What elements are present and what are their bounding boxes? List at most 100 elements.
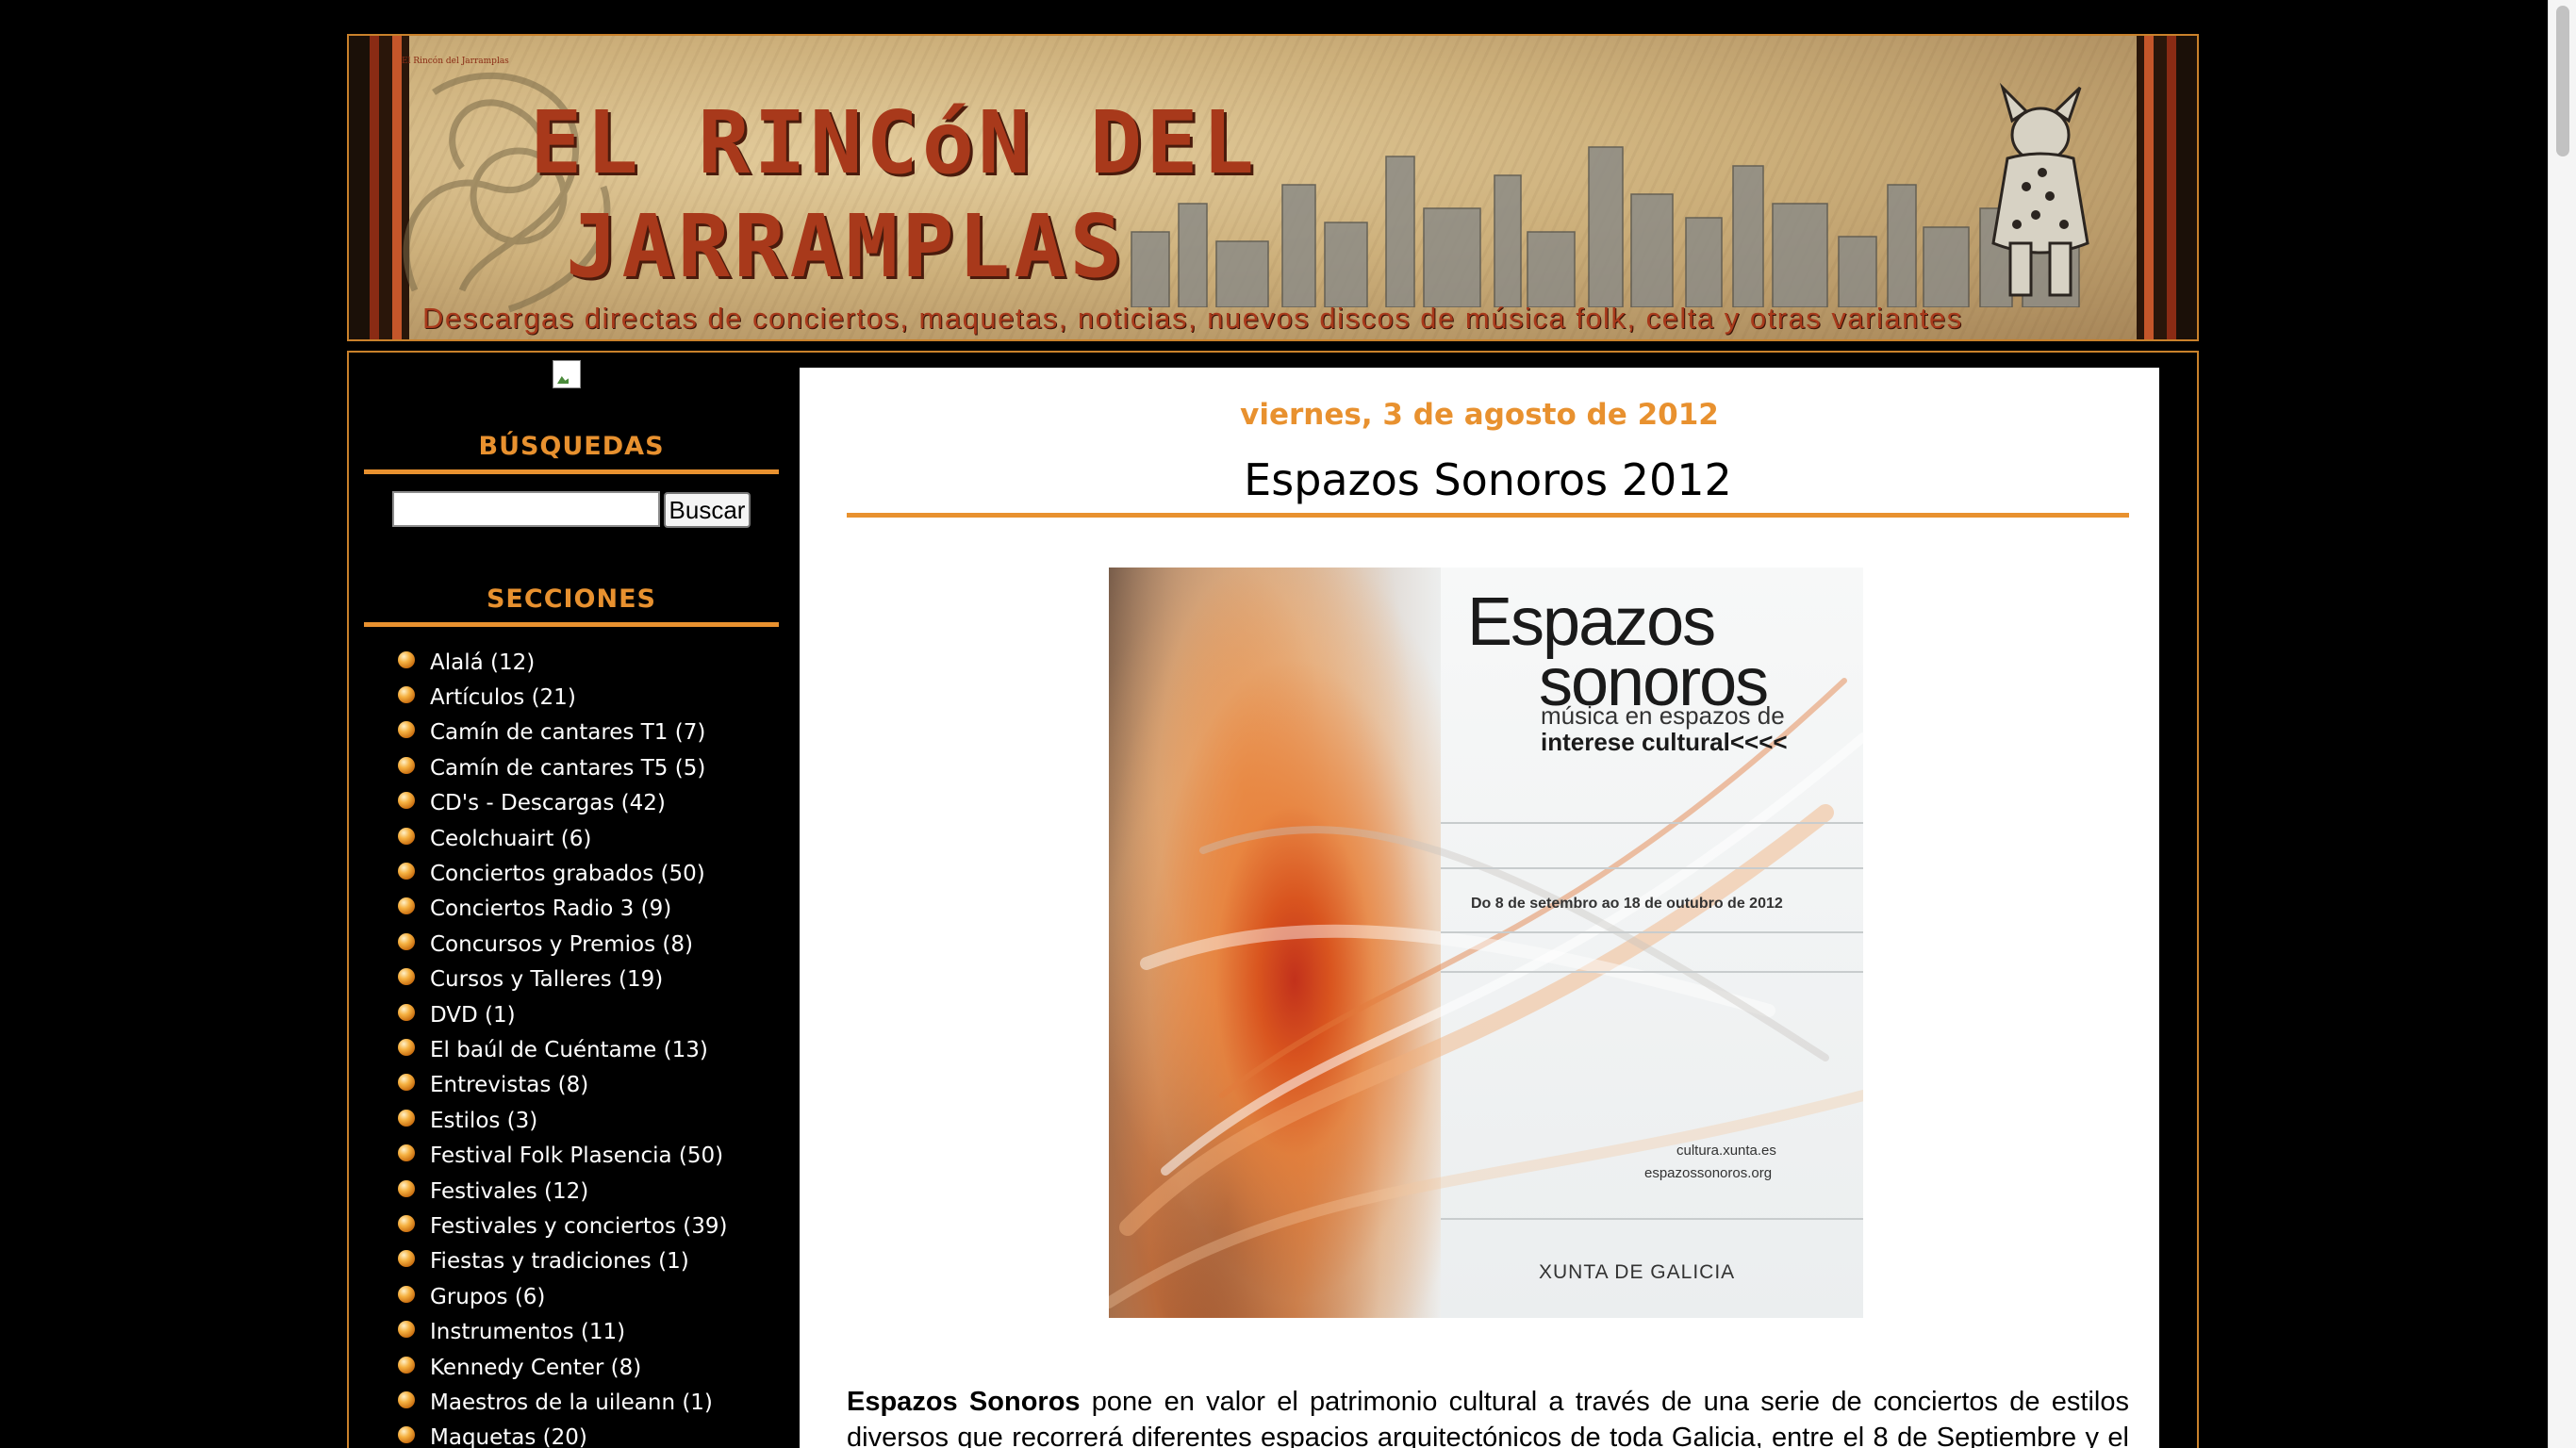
orange-bullet-icon bbox=[398, 863, 415, 880]
broken-image-icon bbox=[553, 360, 581, 388]
list-item: Conciertos grabados (50) bbox=[398, 856, 728, 891]
orange-bullet-icon bbox=[398, 1038, 415, 1056]
banner-subtitle: Descargas directas de conciertos, maquet… bbox=[422, 302, 1963, 335]
orange-bullet-icon bbox=[398, 932, 415, 950]
section-link[interactable]: CD's - Descargas (42) bbox=[430, 791, 666, 815]
post-body-bold: Espazos Sonoros bbox=[847, 1387, 1081, 1417]
search-button[interactable]: Buscar bbox=[664, 492, 751, 528]
list-item: Grupos (6) bbox=[398, 1279, 728, 1314]
list-item: Cursos y Talleres (19) bbox=[398, 963, 728, 997]
orange-bullet-icon bbox=[398, 1426, 415, 1444]
poster-rule bbox=[1441, 931, 1863, 933]
orange-bullet-icon bbox=[398, 1356, 415, 1374]
section-link[interactable]: Conciertos Radio 3 (9) bbox=[430, 897, 671, 921]
poster-dates: Do 8 de setembro ao 18 de outubro de 201… bbox=[1471, 896, 1783, 912]
blog-header-banner[interactable]: El Rincón del Jarramplas EL RINCóN DEL J… bbox=[347, 34, 2199, 341]
list-item: Maquetas (20) bbox=[398, 1421, 728, 1448]
orange-bullet-icon bbox=[398, 792, 415, 810]
orange-bullet-icon bbox=[398, 1321, 415, 1339]
section-link[interactable]: Festivales (12) bbox=[430, 1179, 588, 1204]
poster-rule bbox=[1441, 822, 1863, 824]
list-item: Camín de cantares T1 (7) bbox=[398, 716, 728, 750]
post-body-line-2: diversos que recorrerá diferentes espaci… bbox=[847, 1423, 2129, 1448]
post-body-line-1: pone en valor el patrimonio cultural a t… bbox=[1080, 1387, 2129, 1417]
list-item: Entrevistas (8) bbox=[398, 1068, 728, 1103]
post-title-divider bbox=[847, 513, 2129, 518]
blog-page: El Rincón del Jarramplas EL RINCóN DEL J… bbox=[0, 0, 2576, 1448]
poster-tagline-2: interese cultural<<<< bbox=[1541, 728, 1788, 756]
list-item: Instrumentos (11) bbox=[398, 1314, 728, 1349]
post-title[interactable]: Espazos Sonoros 2012 bbox=[847, 454, 2129, 505]
section-link[interactable]: Entrevistas (8) bbox=[430, 1073, 588, 1097]
section-link[interactable]: Grupos (6) bbox=[430, 1285, 545, 1309]
city-skyline-icon bbox=[1131, 146, 2080, 307]
poster-tagline-1: música en espazos de bbox=[1541, 701, 1785, 730]
orange-bullet-icon bbox=[398, 968, 415, 986]
section-link[interactable]: Cursos y Talleres (19) bbox=[430, 967, 663, 992]
list-item: Concursos y Premios (8) bbox=[398, 927, 728, 962]
list-item: Conciertos Radio 3 (9) bbox=[398, 892, 728, 927]
section-link[interactable]: Camín de cantares T5 (5) bbox=[430, 756, 705, 781]
post-body-text: Espazos Sonoros pone en valor el patrimo… bbox=[847, 1384, 2129, 1448]
section-link[interactable]: Alalá (12) bbox=[430, 650, 535, 675]
post-content: viernes, 3 de agosto de 2012 Espazos Son… bbox=[800, 368, 2159, 1448]
list-item: Camín de cantares T5 (5) bbox=[398, 750, 728, 785]
orange-bullet-icon bbox=[398, 1285, 415, 1303]
jarramplas-figure-icon bbox=[1991, 83, 2089, 297]
search-input[interactable] bbox=[392, 491, 660, 527]
search-widget-title: BÚSQUEDAS bbox=[478, 432, 665, 461]
banner-title-line-2: JARRAMPLAS bbox=[566, 196, 1126, 297]
poster-rule bbox=[1441, 1218, 1863, 1220]
section-link[interactable]: DVD (1) bbox=[430, 1003, 516, 1028]
orange-bullet-icon bbox=[398, 1179, 415, 1197]
list-item: Kennedy Center (8) bbox=[398, 1350, 728, 1385]
section-link[interactable]: Festival Folk Plasencia (50) bbox=[430, 1144, 723, 1168]
orange-bullet-icon bbox=[398, 1214, 415, 1232]
section-link[interactable]: Maestros de la uileann (1) bbox=[430, 1390, 713, 1415]
list-item: Maestros de la uileann (1) bbox=[398, 1385, 728, 1420]
section-link[interactable]: Camín de cantares T1 (7) bbox=[430, 720, 705, 745]
section-link[interactable]: Artículos (21) bbox=[430, 685, 576, 710]
list-item: DVD (1) bbox=[398, 997, 728, 1032]
section-link[interactable]: Instrumentos (11) bbox=[430, 1320, 625, 1344]
espazos-sonoros-poster[interactable]: Espazos sonoros música en espazos de int… bbox=[1109, 568, 1863, 1318]
banner-small-title: El Rincón del Jarramplas bbox=[402, 57, 509, 66]
poster-rule bbox=[1441, 971, 1863, 973]
orange-bullet-icon bbox=[398, 650, 415, 668]
poster-url-2: espazossonoros.org bbox=[1644, 1165, 1773, 1181]
orange-bullet-icon bbox=[398, 686, 415, 704]
section-link[interactable]: Estilos (3) bbox=[430, 1109, 537, 1133]
list-item: Alalá (12) bbox=[398, 645, 728, 680]
orange-bullet-icon bbox=[398, 827, 415, 845]
sections-widget-divider bbox=[364, 622, 779, 627]
sections-list: Alalá (12) Artículos (21) Camín de canta… bbox=[398, 645, 728, 1448]
orange-bullet-icon bbox=[398, 1144, 415, 1162]
list-item: Festivales y conciertos (39) bbox=[398, 1209, 728, 1243]
orange-bullet-icon bbox=[398, 756, 415, 774]
section-link[interactable]: Ceolchuairt (6) bbox=[430, 827, 591, 851]
section-link[interactable]: Maquetas (20) bbox=[430, 1425, 587, 1448]
list-item: Ceolchuairt (6) bbox=[398, 821, 728, 856]
search-widget-divider bbox=[364, 469, 779, 474]
orange-bullet-icon bbox=[398, 1390, 415, 1408]
poster-sponsor: XUNTA DE GALICIA bbox=[1539, 1261, 1736, 1283]
orange-bullet-icon bbox=[398, 1003, 415, 1021]
orange-bullet-icon bbox=[398, 897, 415, 915]
list-item: Fiestas y tradiciones (1) bbox=[398, 1244, 728, 1279]
orange-bullet-icon bbox=[398, 1109, 415, 1127]
orange-bullet-icon bbox=[398, 721, 415, 739]
list-item: Artículos (21) bbox=[398, 680, 728, 715]
list-item: CD's - Descargas (42) bbox=[398, 786, 728, 821]
section-link[interactable]: Concursos y Premios (8) bbox=[430, 932, 693, 957]
poster-url-1: cultura.xunta.es bbox=[1676, 1143, 1776, 1159]
section-link[interactable]: Fiestas y tradiciones (1) bbox=[430, 1249, 689, 1274]
section-link[interactable]: El baúl de Cuéntame (13) bbox=[430, 1038, 708, 1062]
list-item: El baúl de Cuéntame (13) bbox=[398, 1032, 728, 1067]
section-link[interactable]: Festivales y conciertos (39) bbox=[430, 1214, 728, 1239]
list-item: Festival Folk Plasencia (50) bbox=[398, 1138, 728, 1173]
scrollbar-thumb[interactable] bbox=[2556, 6, 2569, 156]
section-link[interactable]: Kennedy Center (8) bbox=[430, 1356, 641, 1380]
orange-bullet-icon bbox=[398, 1074, 415, 1092]
page-scrollbar[interactable] bbox=[2548, 0, 2576, 1448]
section-link[interactable]: Conciertos grabados (50) bbox=[430, 862, 705, 886]
